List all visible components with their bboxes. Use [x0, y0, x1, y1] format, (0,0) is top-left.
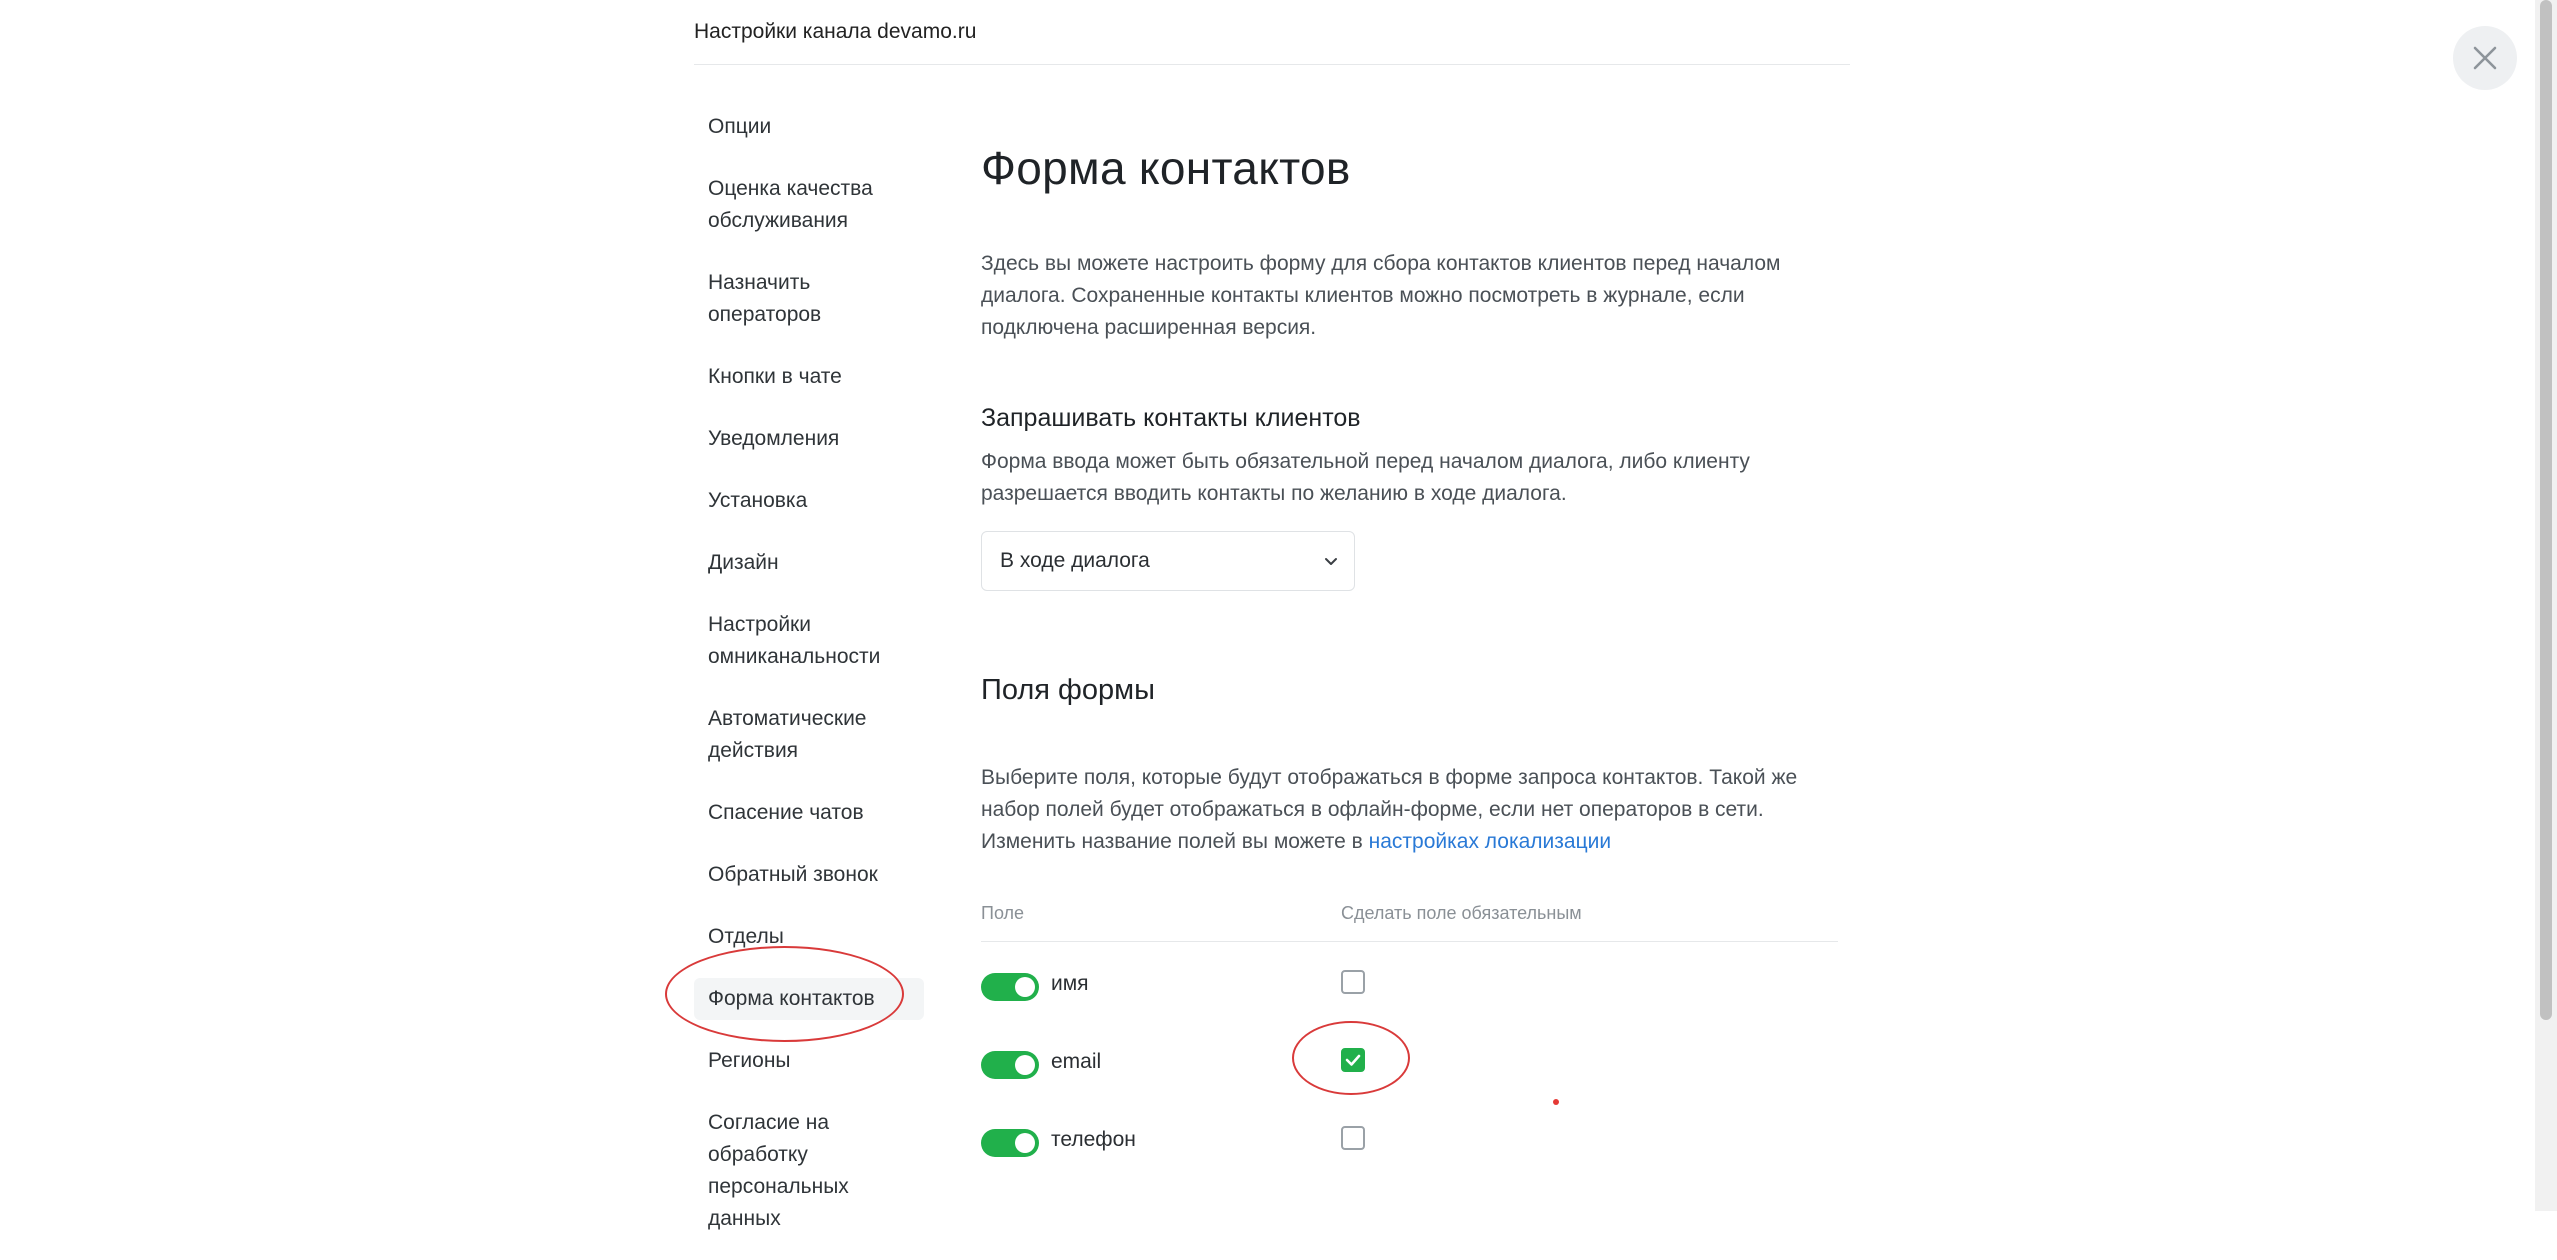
modal-header: Настройки канала devamo.ru: [694, 0, 1850, 65]
field-email-toggle[interactable]: [981, 1051, 1039, 1079]
intro-text: Здесь вы можете настроить форму для сбор…: [981, 252, 1781, 339]
sidebar-item-options[interactable]: Опции: [694, 106, 902, 148]
page-scrollbar[interactable]: [2535, 0, 2557, 1211]
main-content: Форма контактов Здесь вы можете настроит…: [981, 138, 1841, 1157]
localization-settings-link[interactable]: настройках локализации: [1369, 830, 1611, 853]
field-label: имя: [1051, 972, 1089, 995]
column-field: Поле: [981, 903, 1025, 923]
field-phone-toggle[interactable]: [981, 1129, 1039, 1157]
request-mode-select[interactable]: В ходе диалога: [981, 531, 1355, 591]
close-icon: [2473, 46, 2497, 70]
scrollbar-thumb[interactable]: [2540, 0, 2552, 1020]
annotation-dot: [1553, 1099, 1559, 1105]
required-name-checkbox[interactable]: [1341, 970, 1365, 994]
sidebar-item-assign-operators[interactable]: Назначить операторов: [694, 262, 872, 336]
request-contacts-desc: Форма ввода может быть обязательной пере…: [981, 450, 1750, 505]
sidebar-item-chat-buttons[interactable]: Кнопки в чате: [694, 356, 912, 398]
sidebar-item-chat-rescue[interactable]: Спасение чатов: [694, 792, 922, 834]
checkmark-icon: [1345, 1054, 1361, 1066]
sidebar-item-contact-form[interactable]: Форма контактов: [694, 978, 924, 1020]
sidebar-item-regions[interactable]: Регионы: [694, 1040, 922, 1082]
sidebar-item-departments[interactable]: Отделы: [694, 916, 922, 958]
sidebar-item-omnichannel[interactable]: Настройки омниканальности: [694, 604, 912, 678]
toggle-knob: [1015, 1055, 1035, 1075]
settings-sidebar: Опции Оценка качества обслуживания Назна…: [694, 106, 924, 1260]
fields-table-header: Поле Сделать поле обязательным: [981, 903, 1838, 942]
close-button[interactable]: [2453, 26, 2517, 90]
sidebar-item-personal-data-consent[interactable]: Согласие на обработку персональных данны…: [694, 1102, 882, 1240]
sidebar-item-auto-actions[interactable]: Автоматические действия: [694, 698, 892, 772]
sidebar-item-callback[interactable]: Обратный звонок: [694, 854, 922, 896]
toggle-knob: [1015, 1133, 1035, 1153]
request-contacts-heading: Запрашивать контакты клиентов: [981, 404, 1361, 432]
column-required: Сделать поле обязательным: [1341, 903, 1582, 923]
page-title: Форма контактов: [981, 142, 1351, 194]
sidebar-item-notifications[interactable]: Уведомления: [694, 418, 912, 460]
field-name-toggle[interactable]: [981, 973, 1039, 1001]
sidebar-item-installation[interactable]: Установка: [694, 480, 912, 522]
chevron-down-icon: [1325, 558, 1337, 565]
field-label: email: [1051, 1050, 1102, 1073]
table-row: email: [981, 1046, 1838, 1086]
required-phone-checkbox[interactable]: [1341, 1126, 1365, 1150]
sidebar-item-service-rating[interactable]: Оценка качества обслуживания: [694, 168, 912, 242]
form-fields-heading: Поля формы: [981, 674, 1155, 706]
toggle-knob: [1015, 977, 1035, 997]
form-fields-desc: Выберите поля, которые будут отображатьс…: [981, 762, 1811, 858]
table-row: телефон: [981, 1124, 1838, 1164]
channel-settings-title: Настройки канала devamo.ru: [694, 20, 977, 43]
table-row: имя: [981, 968, 1838, 1008]
field-label: телефон: [1051, 1128, 1136, 1151]
request-mode-value: В ходе диалога: [1000, 549, 1150, 572]
sidebar-item-design[interactable]: Дизайн: [694, 542, 912, 584]
required-email-checkbox[interactable]: [1341, 1048, 1365, 1072]
